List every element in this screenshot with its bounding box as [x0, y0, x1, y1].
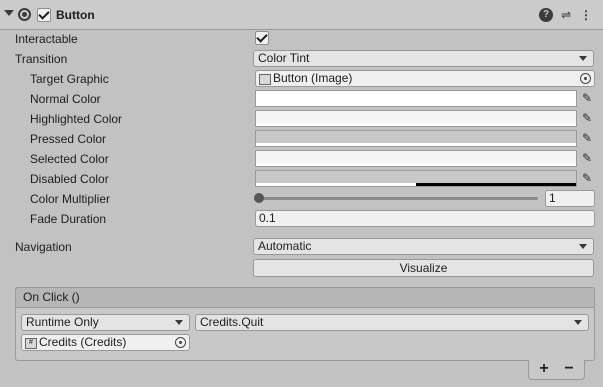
navigation-label: Navigation [15, 240, 72, 254]
target-graphic-label: Target Graphic [30, 72, 109, 86]
highlighted-color-swatch[interactable] [255, 110, 577, 127]
foldout-arrow-icon[interactable] [4, 10, 14, 16]
eyedropper-icon[interactable]: ✎ [579, 150, 595, 167]
image-icon [259, 74, 271, 85]
function-dropdown[interactable]: Credits.Quit [195, 314, 589, 331]
interactable-label: Interactable [15, 32, 78, 46]
eyedropper-icon[interactable]: ✎ [579, 90, 595, 107]
event-object-value: Credits (Credits) [39, 335, 127, 349]
chevron-down-icon [574, 320, 582, 325]
remove-button[interactable]: − [559, 360, 579, 378]
color-multiplier-slider-track[interactable] [258, 197, 538, 200]
checkmark-icon [256, 31, 268, 43]
fade-duration-input[interactable]: 0.1 [255, 210, 595, 227]
alpha-bar [256, 123, 576, 126]
more-vertical-icon[interactable]: ⋮ [579, 8, 593, 22]
alpha-bar [256, 183, 576, 186]
presets-icon[interactable]: ⇌ [559, 8, 573, 22]
target-graphic-value: Button (Image) [273, 71, 353, 85]
eyedropper-icon[interactable]: ✎ [579, 130, 595, 147]
highlighted-color-label: Highlighted Color [30, 112, 123, 126]
selected-color-label: Selected Color [30, 152, 109, 166]
component-enabled-checkbox[interactable] [37, 8, 51, 22]
button-component-icon [18, 8, 31, 21]
script-icon: # [25, 338, 37, 349]
color-multiplier-slider-thumb[interactable] [254, 193, 264, 203]
visualize-button[interactable]: Visualize [253, 259, 594, 277]
help-icon[interactable]: ? [539, 8, 553, 22]
color-multiplier-input[interactable]: 1 [545, 190, 595, 207]
pressed-color-label: Pressed Color [30, 132, 107, 146]
chevron-down-icon [175, 320, 183, 325]
color-multiplier-label: Color Multiplier [30, 192, 111, 206]
runtime-value: Runtime Only [26, 315, 99, 329]
fade-duration-label: Fade Duration [30, 212, 107, 226]
event-object-field[interactable]: # Credits (Credits) [21, 334, 190, 351]
alpha-bar [256, 143, 576, 146]
object-picker-icon[interactable] [175, 337, 186, 348]
function-value: Credits.Quit [200, 315, 264, 329]
checkmark-icon [38, 8, 50, 20]
pressed-color-swatch[interactable] [255, 130, 577, 147]
transition-value: Color Tint [258, 51, 310, 65]
component-title: Button [56, 8, 95, 22]
add-button[interactable]: + [534, 360, 554, 378]
list-add-remove-bar: + − [528, 360, 585, 380]
object-picker-icon[interactable] [580, 73, 591, 84]
runtime-dropdown[interactable]: Runtime Only [21, 314, 190, 331]
transition-dropdown[interactable]: Color Tint [253, 50, 594, 67]
normal-color-label: Normal Color [30, 92, 101, 106]
chevron-down-icon [579, 56, 587, 61]
normal-color-swatch[interactable] [255, 90, 577, 107]
eyedropper-icon[interactable]: ✎ [579, 170, 595, 187]
disabled-color-swatch[interactable] [255, 170, 577, 187]
on-click-header: On Click () [15, 287, 595, 308]
eyedropper-icon[interactable]: ✎ [579, 110, 595, 127]
alpha-bar [256, 103, 576, 106]
chevron-down-icon [579, 244, 587, 249]
disabled-color-label: Disabled Color [30, 172, 109, 186]
transition-label: Transition [15, 52, 68, 66]
alpha-bar [256, 163, 576, 166]
selected-color-swatch[interactable] [255, 150, 577, 167]
interactable-checkbox[interactable] [255, 31, 269, 45]
navigation-value: Automatic [258, 239, 312, 253]
navigation-dropdown[interactable]: Automatic [253, 238, 594, 255]
target-graphic-field[interactable]: Button (Image) [255, 70, 595, 87]
